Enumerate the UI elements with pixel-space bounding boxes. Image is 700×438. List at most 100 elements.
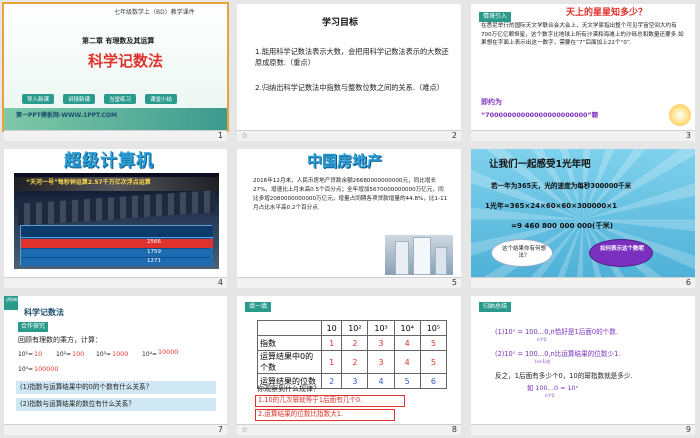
- answer-4: 10000: [158, 348, 179, 356]
- question-heading: 天上的星星知多少？: [566, 8, 648, 18]
- header-cell: 10: [320, 320, 343, 336]
- slide-thumbnail-7[interactable]: 讲授新课 科学记数法 合作探究 回顾有理数的乘方，计算： 10¹= 10 10²…: [4, 296, 227, 424]
- table-cell: 1759: [147, 249, 161, 255]
- header-cell: 10⁴: [393, 320, 421, 336]
- header-cell: [257, 320, 322, 336]
- nav-button-4[interactable]: 课堂小结: [145, 94, 178, 104]
- power-5: 10⁵=: [18, 366, 34, 373]
- slide-number: 7: [217, 425, 223, 434]
- slide-title: 科学记数法: [24, 308, 64, 317]
- slide-number: 5: [451, 278, 457, 287]
- animation-star-icon: ☆: [241, 425, 249, 434]
- rule-2: (2)10ⁿ = 100…0,n比运算结果的位数少1.: [495, 350, 621, 358]
- slide-heading: 学习目标: [322, 18, 359, 28]
- story-text: 在悉尼举行的国际天文学联合会大会上，天文学家指出整个可见宇宙空间大约有700万亿…: [481, 23, 684, 47]
- table-cell: 2: [341, 335, 369, 351]
- question-2: (2)指数与运算结果的数位有什么关系？: [20, 400, 135, 408]
- table-cell: 3: [367, 335, 395, 351]
- table-cell: 2566: [147, 239, 161, 245]
- cloud-text: 如何表示这个数呢: [599, 246, 644, 252]
- slide-thumbnail-2[interactable]: 学习目标 1.能用科学记数法表示大数，会把用科学记数法表示的大数还原成原数.（重…: [237, 4, 461, 130]
- answer-5: 100000: [34, 365, 59, 373]
- answer-3: 1000: [112, 350, 129, 358]
- nav-button-2[interactable]: 讲授新课: [63, 94, 96, 104]
- table-cell: 2: [320, 373, 343, 389]
- slide-number: 3: [685, 131, 691, 140]
- slide-thumbnail-1[interactable]: 七年级数学上（BD）教学课件 第二章 有理数及其运算 科学记数法 导入新课 讲授…: [2, 2, 229, 132]
- table-cell: 2: [341, 350, 369, 374]
- footer-text: 第一PPT模板网-WWW.1PPT.COM: [16, 112, 117, 119]
- table-cell: 5: [419, 350, 448, 374]
- table-cell: 3: [341, 373, 369, 389]
- slide-3-footer: 3: [471, 130, 695, 141]
- table-cell: 5: [419, 335, 448, 351]
- slide-number: 2: [451, 131, 457, 140]
- row-label: 运算结果中0的个数: [257, 350, 322, 374]
- objective-1: 1.能用科学记数法表示大数，会把用科学记数法表示的大数还原成原数.（重点）: [255, 47, 449, 68]
- buildings-photo: [385, 235, 453, 275]
- table-cell: 4: [393, 335, 421, 351]
- slide-1-footer: 1: [4, 130, 227, 141]
- header-cell: 10⁵: [419, 320, 448, 336]
- powers-table: 10 10² 10³ 10⁴ 10⁵ 指数 1 2 3 4 5 运算结果中0的个…: [257, 320, 448, 389]
- row-label: 指数: [257, 335, 322, 351]
- reverse-formula: 如 100…0 = 10ⁿ: [527, 384, 579, 392]
- slide-number: 9: [685, 425, 691, 434]
- slide-thumbnail-5[interactable]: 中国房地产 2016年12月末，人民币房地产贷款余额26680000000000…: [237, 149, 461, 277]
- section-tag: 情境引入: [479, 12, 512, 22]
- question-1: (1)指数与运算结果中的0的个数有什么关系？: [20, 383, 153, 391]
- brace-label-2: (n+1)位: [535, 359, 551, 364]
- rule-2: 2.运算结果的位数比指数大1.: [258, 410, 344, 418]
- answer-label: 即约为: [481, 98, 502, 106]
- header-cell: 10³: [367, 320, 395, 336]
- table-cell: 1: [320, 335, 343, 351]
- slide-title: 中国房地产: [307, 152, 383, 170]
- cloud-text: 这个结果你有何想法？: [501, 246, 546, 259]
- brace-label-1: n个0: [537, 337, 547, 342]
- slide-thumbnail-8[interactable]: 填一填 10 10² 10³ 10⁴ 10⁵ 指数 1 2 3 4 5 运算结果…: [237, 296, 461, 424]
- slide-7-footer: 7: [4, 424, 227, 435]
- star-icon: [669, 104, 691, 126]
- slide-number: 4: [217, 278, 223, 287]
- rule-1: (1)10ⁿ = 100…0,n恰好是1后面0的个数.: [495, 328, 618, 336]
- supercomputer-photo: “天河一号”每秒钟运算2.57千万亿次浮点运算 2566 1759 1271: [14, 173, 219, 269]
- table-cell: 3: [367, 350, 395, 374]
- table-cell: 4: [393, 350, 421, 374]
- table-header-row: 10 10² 10³ 10⁴ 10⁵: [257, 320, 448, 336]
- nav-button-3[interactable]: 当堂练习: [104, 94, 137, 104]
- slide-thumbnail-4[interactable]: 超级计算机 “天河一号”每秒钟运算2.57千万亿次浮点运算 2566 1759 …: [4, 149, 227, 277]
- objective-2: 2.归纳出科学记数法中指数与整数位数之间的关系.（难点）: [255, 83, 444, 92]
- table-row: 运算结果中0的个数 1 2 3 4 5: [257, 350, 448, 374]
- power-4: 10⁴=: [142, 351, 158, 358]
- section-tag: 填一填: [245, 302, 272, 312]
- section-tag: 归纳总结: [479, 302, 512, 312]
- formula-line-2: 1光年=365×24×60×60×300000×1: [485, 202, 617, 210]
- subsection-tag: 合作探究: [18, 322, 49, 332]
- power-2: 10²=: [56, 351, 72, 358]
- slide-heading: 让我们一起感受1光年吧: [489, 159, 591, 170]
- table-cell: 5: [393, 373, 421, 389]
- answer-1: 10: [34, 350, 43, 358]
- banner-text: “天河一号”每秒钟运算2.57千万亿次浮点运算: [26, 179, 151, 186]
- header-cell: 10²: [341, 320, 369, 336]
- thought-cloud-1: 这个结果你有何想法？: [491, 239, 553, 267]
- slide-title: 超级计算机: [64, 151, 154, 171]
- nav-button-1[interactable]: 导入新课: [22, 94, 55, 104]
- question-text: 你观察到什么规律？: [257, 385, 320, 393]
- table-cell: 1271: [147, 258, 161, 264]
- slide-thumbnail-9[interactable]: 归纳总结 (1)10ⁿ = 100…0,n恰好是1后面0的个数. n个0 (2)…: [471, 296, 695, 424]
- answer-value: “70000000000000000000000”颗: [481, 111, 599, 119]
- table-cell: 1: [320, 350, 343, 374]
- table-cell: 4: [367, 373, 395, 389]
- rule-1: 1.10的几次幂就等于1后面有几个0.: [258, 396, 363, 404]
- formula-line-1: 若一年为365天，光的速度为每秒300000千米: [491, 182, 632, 190]
- slide-thumbnail-6[interactable]: 让我们一起感受1光年吧 若一年为365天，光的速度为每秒300000千米 1光年…: [471, 149, 695, 277]
- slide-thumbnail-3[interactable]: 情境引入 天上的星星知多少？ 在悉尼举行的国际天文学联合会大会上，天文学家指出整…: [471, 4, 695, 130]
- slide-4-footer: 4: [4, 277, 227, 288]
- header-line: 七年级数学上（BD）教学课件: [114, 9, 195, 16]
- power-1: 10¹=: [18, 351, 34, 358]
- slide-6-footer: 6: [471, 277, 695, 288]
- nav-buttons: 导入新课 讲授新课 当堂练习 课堂小结: [22, 94, 178, 104]
- ranking-table: 2566 1759 1271: [20, 225, 213, 266]
- brace-label-3: n个0: [545, 393, 555, 398]
